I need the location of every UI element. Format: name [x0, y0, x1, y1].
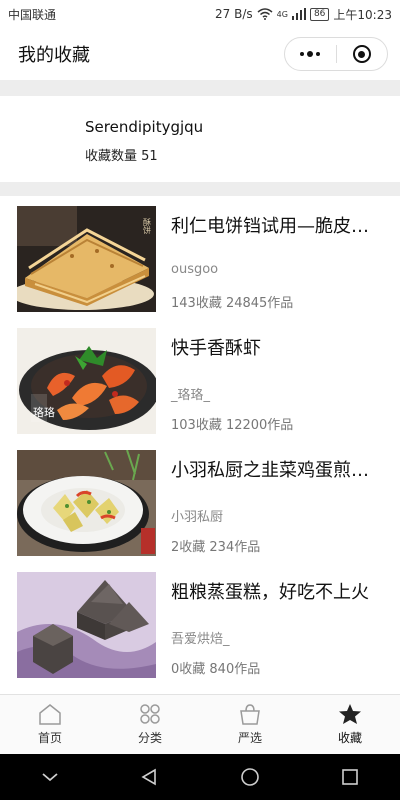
target-icon — [352, 45, 371, 63]
section-divider — [0, 182, 400, 196]
status-indicators: 27 B/s 4G 86 上午10:23 — [215, 6, 392, 23]
recipe-title: 利仁电饼铛试用—脆皮… — [171, 216, 369, 237]
recipe-thumbnail-shrimp: 珞珞 — [17, 328, 156, 434]
thumbnail-watermark: 酥饼 — [143, 217, 152, 235]
list-item[interactable]: 粗粮蒸蛋糕，好吃不上火 吾爱烘焙_ 0收藏 840作品 — [0, 562, 400, 684]
recipe-thumbnail-steamed-cake — [17, 572, 156, 678]
chevron-down-icon[interactable] — [41, 771, 59, 783]
recipe-stats: 143收藏 24845作品 — [171, 296, 294, 311]
tab-category[interactable]: 分类 — [100, 695, 200, 755]
recipe-author: _珞珞_ — [171, 388, 211, 403]
close-button[interactable] — [337, 38, 388, 70]
thumbnail-watermark: 珞珞 — [33, 406, 55, 419]
carrier-label: 中国联通 — [8, 7, 57, 22]
status-bar: 中国联通 27 B/s 4G 86 上午10:23 — [0, 0, 400, 28]
list-item[interactable]: 小羽私厨之韭菜鸡蛋煎… 小羽私厨 2收藏 234作品 — [0, 440, 400, 562]
tab-label: 首页 — [37, 731, 62, 745]
recipe-title: 小羽私厨之韭菜鸡蛋煎… — [171, 460, 369, 481]
profile-card: Serendipitygjqu 收藏数量 51 — [0, 96, 400, 182]
clock: 上午10:23 — [333, 7, 392, 22]
list-item[interactable]: 酥饼 利仁电饼铛试用—脆皮… ousgoo 143收藏 24845作品 — [0, 196, 400, 318]
tab-bar: 首页 分类 严选 收藏 — [0, 694, 400, 755]
tab-label: 分类 — [137, 731, 162, 745]
category-icon — [140, 704, 160, 724]
system-nav-bar — [0, 754, 400, 800]
nav-bar: 我的收藏 — [0, 28, 400, 80]
recipe-stats: 2收藏 234作品 — [171, 540, 261, 555]
recipe-stats: 0收藏 840作品 — [171, 662, 261, 677]
bag-icon — [240, 704, 260, 725]
recipe-stats: 103收藏 12200作品 — [171, 418, 294, 433]
star-icon — [339, 704, 361, 724]
recipe-author: 吾爱烘焙_ — [171, 632, 230, 647]
tab-home[interactable]: 首页 — [0, 695, 100, 755]
recipe-author: 小羽私厨 — [171, 510, 224, 525]
username: Serendipitygjqu — [85, 118, 204, 136]
tab-label: 严选 — [237, 731, 262, 745]
mini-program-capsule — [284, 37, 388, 71]
network-type: 4G — [276, 9, 288, 19]
recipe-title: 粗粮蒸蛋糕，好吃不上火 — [171, 582, 369, 603]
recipe-title: 快手香酥虾 — [171, 338, 261, 359]
more-dots-icon — [300, 51, 321, 57]
signal-icon — [291, 8, 306, 20]
back-triangle-icon[interactable] — [140, 768, 158, 786]
recipe-thumbnail-pancake: 酥饼 — [17, 206, 156, 312]
list-item[interactable]: 珞珞 快手香酥虾 _珞珞_ 103收藏 12200作品 — [0, 318, 400, 440]
tab-label: 收藏 — [337, 731, 362, 745]
more-button[interactable] — [285, 38, 336, 70]
home-circle-icon[interactable] — [240, 767, 260, 787]
recipe-author: ousgoo — [171, 262, 219, 277]
tab-selection[interactable]: 严选 — [200, 695, 300, 755]
wifi-icon — [257, 8, 273, 20]
battery-icon: 86 — [309, 7, 330, 21]
recents-square-icon[interactable] — [341, 768, 359, 786]
section-divider — [0, 80, 400, 96]
page-title: 我的收藏 — [18, 45, 90, 66]
home-icon — [39, 704, 61, 725]
tab-favorites[interactable]: 收藏 — [300, 695, 400, 755]
recipe-thumbnail-leek-egg — [17, 450, 156, 556]
network-speed: 27 B/s — [215, 7, 253, 21]
favorite-count: 收藏数量 51 — [85, 149, 158, 164]
